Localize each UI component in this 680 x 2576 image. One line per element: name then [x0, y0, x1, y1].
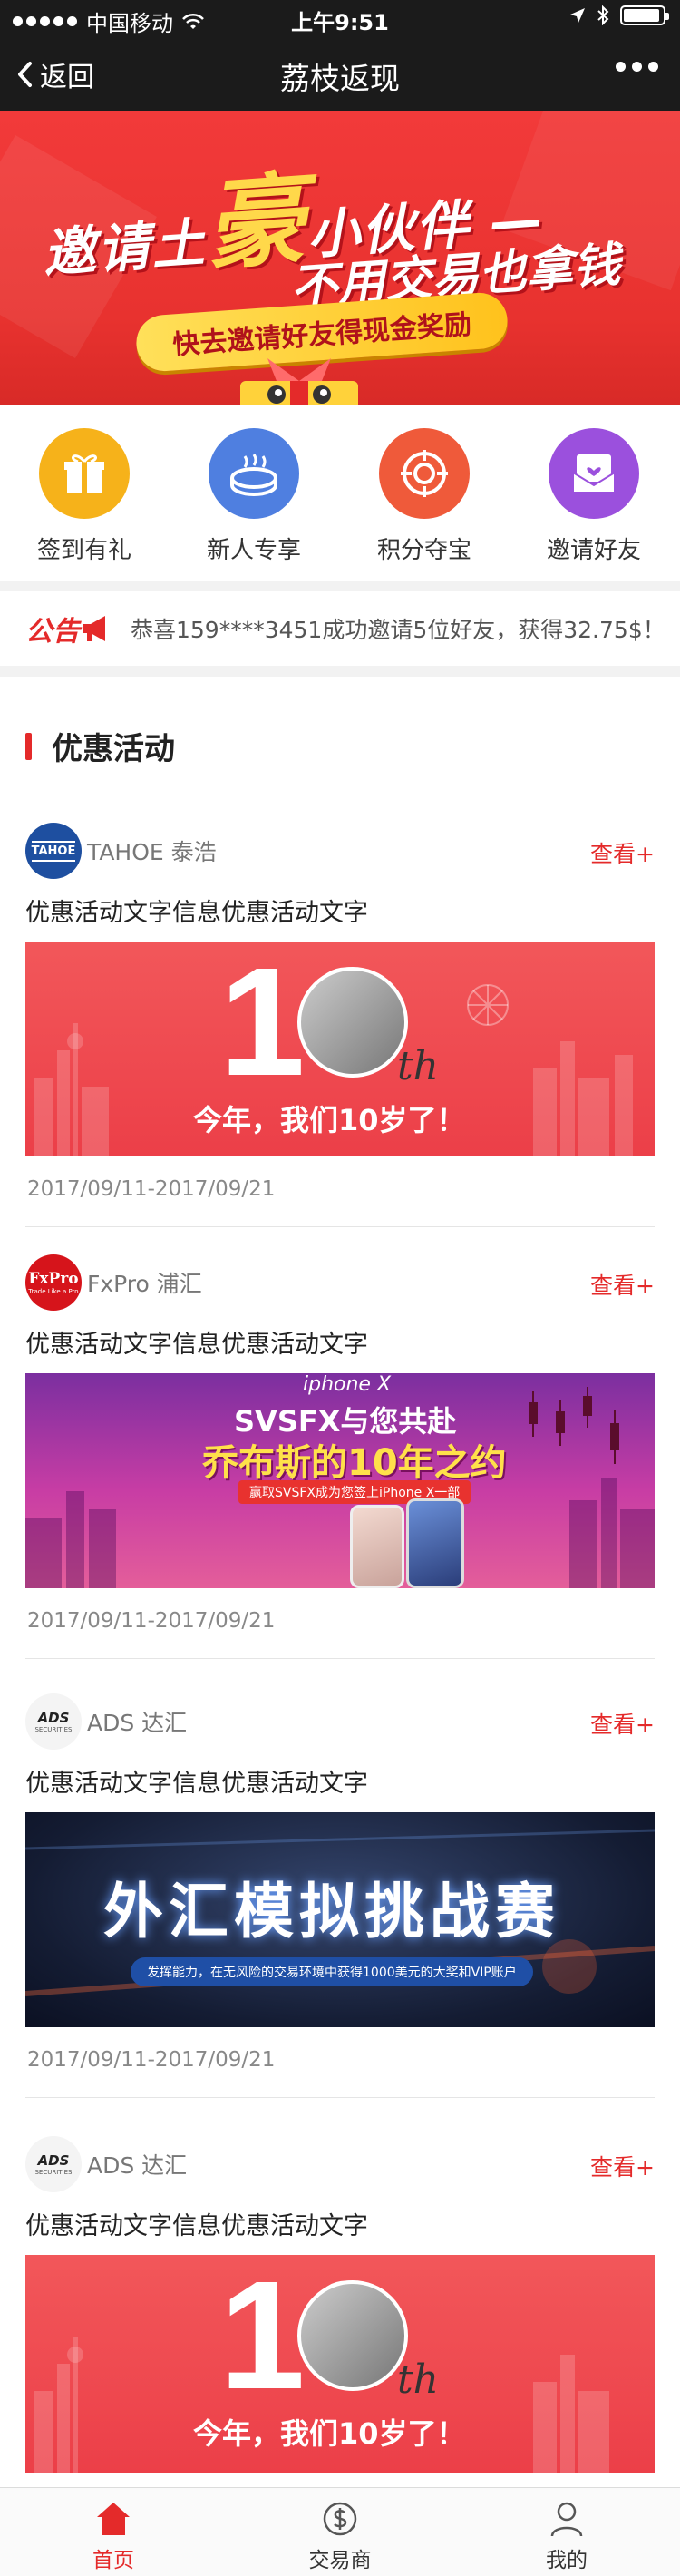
- quick-item-label: 新人专享: [206, 537, 301, 564]
- promo-banner-line2: 乔布斯的10年之约: [202, 1442, 507, 1484]
- location-icon: [570, 8, 585, 23]
- brand-name: TAHOE 泰浩: [87, 839, 217, 865]
- view-more-link[interactable]: 查看+: [590, 836, 655, 869]
- anniversary-suffix: th: [397, 2356, 440, 2403]
- brand-name: ADS 达汇: [87, 2152, 188, 2179]
- invite-mail-icon: [549, 428, 639, 519]
- gift-box-icon: [240, 358, 358, 405]
- view-more-link[interactable]: 查看+: [590, 1707, 655, 1740]
- promo-banner-subtitle: 发挥能力，在无风险的交易环境中获得1000美元的大奖和VIP账户: [131, 1957, 533, 1986]
- status-bar: 中国移动 上午9:51: [0, 0, 680, 36]
- quick-item-label: 邀请好友: [546, 537, 641, 564]
- section-header: 优惠活动: [25, 724, 175, 768]
- quick-item-newuser[interactable]: 新人专享: [181, 428, 326, 565]
- promo-title: 优惠活动文字信息优惠活动文字: [25, 899, 368, 927]
- section-marker: [25, 732, 32, 760]
- announcement-text: 恭喜159****3451成功邀请5位好友，获得32.75$！: [131, 617, 665, 643]
- tab-label: 我的: [546, 2549, 588, 2572]
- bluetooth-icon: [597, 5, 609, 25]
- promo-brand: ADS SECURITIES ADS 达汇: [25, 2135, 187, 2193]
- promo-title: 优惠活动文字信息优惠活动文字: [25, 2212, 368, 2240]
- promo-date: 2017/09/11-2017/09/21: [27, 1609, 276, 1633]
- treasure-icon: [379, 428, 470, 519]
- promo-banner-text: 今年，我们10岁了！: [193, 2416, 466, 2451]
- promo-brand: TAHOE TAHOE 泰浩: [25, 822, 217, 880]
- promo-banner[interactable]: 外汇模拟挑战赛 发挥能力，在无风险的交易环境中获得1000美元的大奖和VIP账户: [25, 1812, 655, 2027]
- quick-item-checkin[interactable]: 签到有礼: [12, 428, 157, 565]
- anniversary-suffix: th: [397, 1043, 440, 1089]
- quick-item-label: 签到有礼: [36, 537, 131, 564]
- bottom-tab-bar: 首页 交易商 我的: [0, 2487, 680, 2576]
- brand-logo-text: FxPro: [28, 1270, 79, 1288]
- quick-menu: 签到有礼 新人专享 积分夺宝 邀请好友: [0, 405, 680, 581]
- phone-image: [406, 1498, 464, 1588]
- brand-logo-subtext: SECURITIES: [34, 2169, 73, 2176]
- megaphone-icon: [83, 616, 105, 641]
- promo-banner-text: 今年，我们10岁了！: [193, 1103, 466, 1137]
- team-photo: [297, 967, 408, 1078]
- promo-date: 2017/09/11-2017/09/21: [27, 2048, 276, 2072]
- promo-banner[interactable]: 10 th 今年，我们10岁了！: [25, 2255, 655, 2473]
- page-title: 荔枝返现: [280, 61, 400, 96]
- dollar-icon: [323, 2502, 357, 2536]
- tab-label: 首页: [92, 2549, 134, 2572]
- tab-home[interactable]: 首页: [0, 2488, 227, 2576]
- promo-brand: FxPro Trade Like a Pro FxPro 浦汇: [25, 1254, 202, 1312]
- brand-logo-text: ADS: [37, 1710, 70, 1726]
- brand-logo: ADS SECURITIES: [25, 2136, 82, 2192]
- tab-label: 交易商: [308, 2549, 372, 2572]
- card-divider: [25, 1226, 655, 1227]
- promo-banner-title: 外汇模拟挑战赛: [103, 1877, 560, 1947]
- view-more-link[interactable]: 查看+: [590, 1268, 655, 1301]
- promotions-section: 优惠活动 TAHOE TAHOE 泰浩 查看+ 优惠活动文字信息优惠活动文字 1…: [0, 677, 680, 2491]
- brand-name: ADS 达汇: [87, 1710, 188, 1736]
- promo-title: 优惠活动文字信息优惠活动文字: [25, 1331, 368, 1359]
- nav-bar: 返回 荔枝返现: [0, 36, 680, 111]
- promo-date: 2017/09/11-2017/09/21: [27, 1177, 276, 1201]
- view-more-link[interactable]: 查看+: [590, 2150, 655, 2182]
- team-photo: [297, 2280, 408, 2391]
- banner-headline-pre: 邀请土: [41, 211, 209, 285]
- gift-icon: [39, 428, 130, 519]
- brand-logo-subtext: SECURITIES: [34, 1726, 73, 1733]
- new-user-icon: [209, 428, 299, 519]
- announcement-tag: 公告: [25, 609, 111, 649]
- brand-logo: TAHOE: [25, 823, 82, 879]
- phone-image: [350, 1505, 404, 1588]
- back-label: 返回: [40, 62, 94, 93]
- card-divider: [25, 1658, 655, 1659]
- promo-title: 优惠活动文字信息优惠活动文字: [25, 1770, 368, 1798]
- announcement-bar[interactable]: 公告 恭喜159****3451成功邀请5位好友，获得32.75$！: [0, 591, 680, 666]
- home-icon: [97, 2503, 130, 2535]
- section-title: 优惠活动: [52, 731, 175, 767]
- brand-logo: ADS SECURITIES: [25, 1693, 82, 1750]
- quick-item-invite[interactable]: 邀请好友: [521, 428, 666, 565]
- chevron-left-icon: [18, 62, 32, 87]
- promo-brand: ADS SECURITIES ADS 达汇: [25, 1693, 187, 1751]
- promo-card[interactable]: FxPro Trade Like a Pro FxPro 浦汇 查看+ 优惠活动…: [25, 1254, 655, 1659]
- quick-item-label: 积分夺宝: [376, 537, 471, 564]
- battery-icon: [620, 5, 669, 25]
- invite-banner[interactable]: 邀请土豪小伙伴 — 不用交易也拿钱 快去邀请好友得现金奖励: [0, 111, 680, 405]
- announcement-tag-text: 公告: [25, 616, 80, 648]
- brand-logo: FxPro Trade Like a Pro: [25, 1254, 82, 1311]
- brand-name: FxPro 浦汇: [87, 1271, 202, 1297]
- more-options-icon[interactable]: [616, 62, 658, 72]
- back-button[interactable]: 返回: [16, 54, 94, 94]
- promo-banner[interactable]: iphone X SVSFX与您共赴 乔布斯的10年之约 赢取SVSFX成为您签…: [25, 1373, 655, 1588]
- brand-logo-subtext: Trade Like a Pro: [28, 1288, 79, 1295]
- promo-card[interactable]: ADS SECURITIES ADS 达汇 查看+ 优惠活动文字信息优惠活动文字…: [25, 1693, 655, 2098]
- promo-card[interactable]: ADS SECURITIES ADS 达汇 查看+ 优惠活动文字信息优惠活动文字…: [25, 2135, 655, 2498]
- card-divider: [25, 2097, 655, 2098]
- tab-profile[interactable]: 我的: [453, 2488, 680, 2576]
- promo-card[interactable]: TAHOE TAHOE 泰浩 查看+ 优惠活动文字信息优惠活动文字 10 th …: [25, 822, 655, 1227]
- brand-logo-text: ADS: [37, 2152, 70, 2169]
- brand-logo-text: TAHOE: [31, 840, 76, 862]
- promo-banner[interactable]: 10 th 今年，我们10岁了！: [25, 942, 655, 1156]
- quick-item-treasure[interactable]: 积分夺宝: [352, 428, 497, 565]
- tab-brokers[interactable]: 交易商: [227, 2488, 453, 2576]
- user-icon: [550, 2502, 583, 2537]
- phone-brand: iphone X: [303, 1373, 392, 1396]
